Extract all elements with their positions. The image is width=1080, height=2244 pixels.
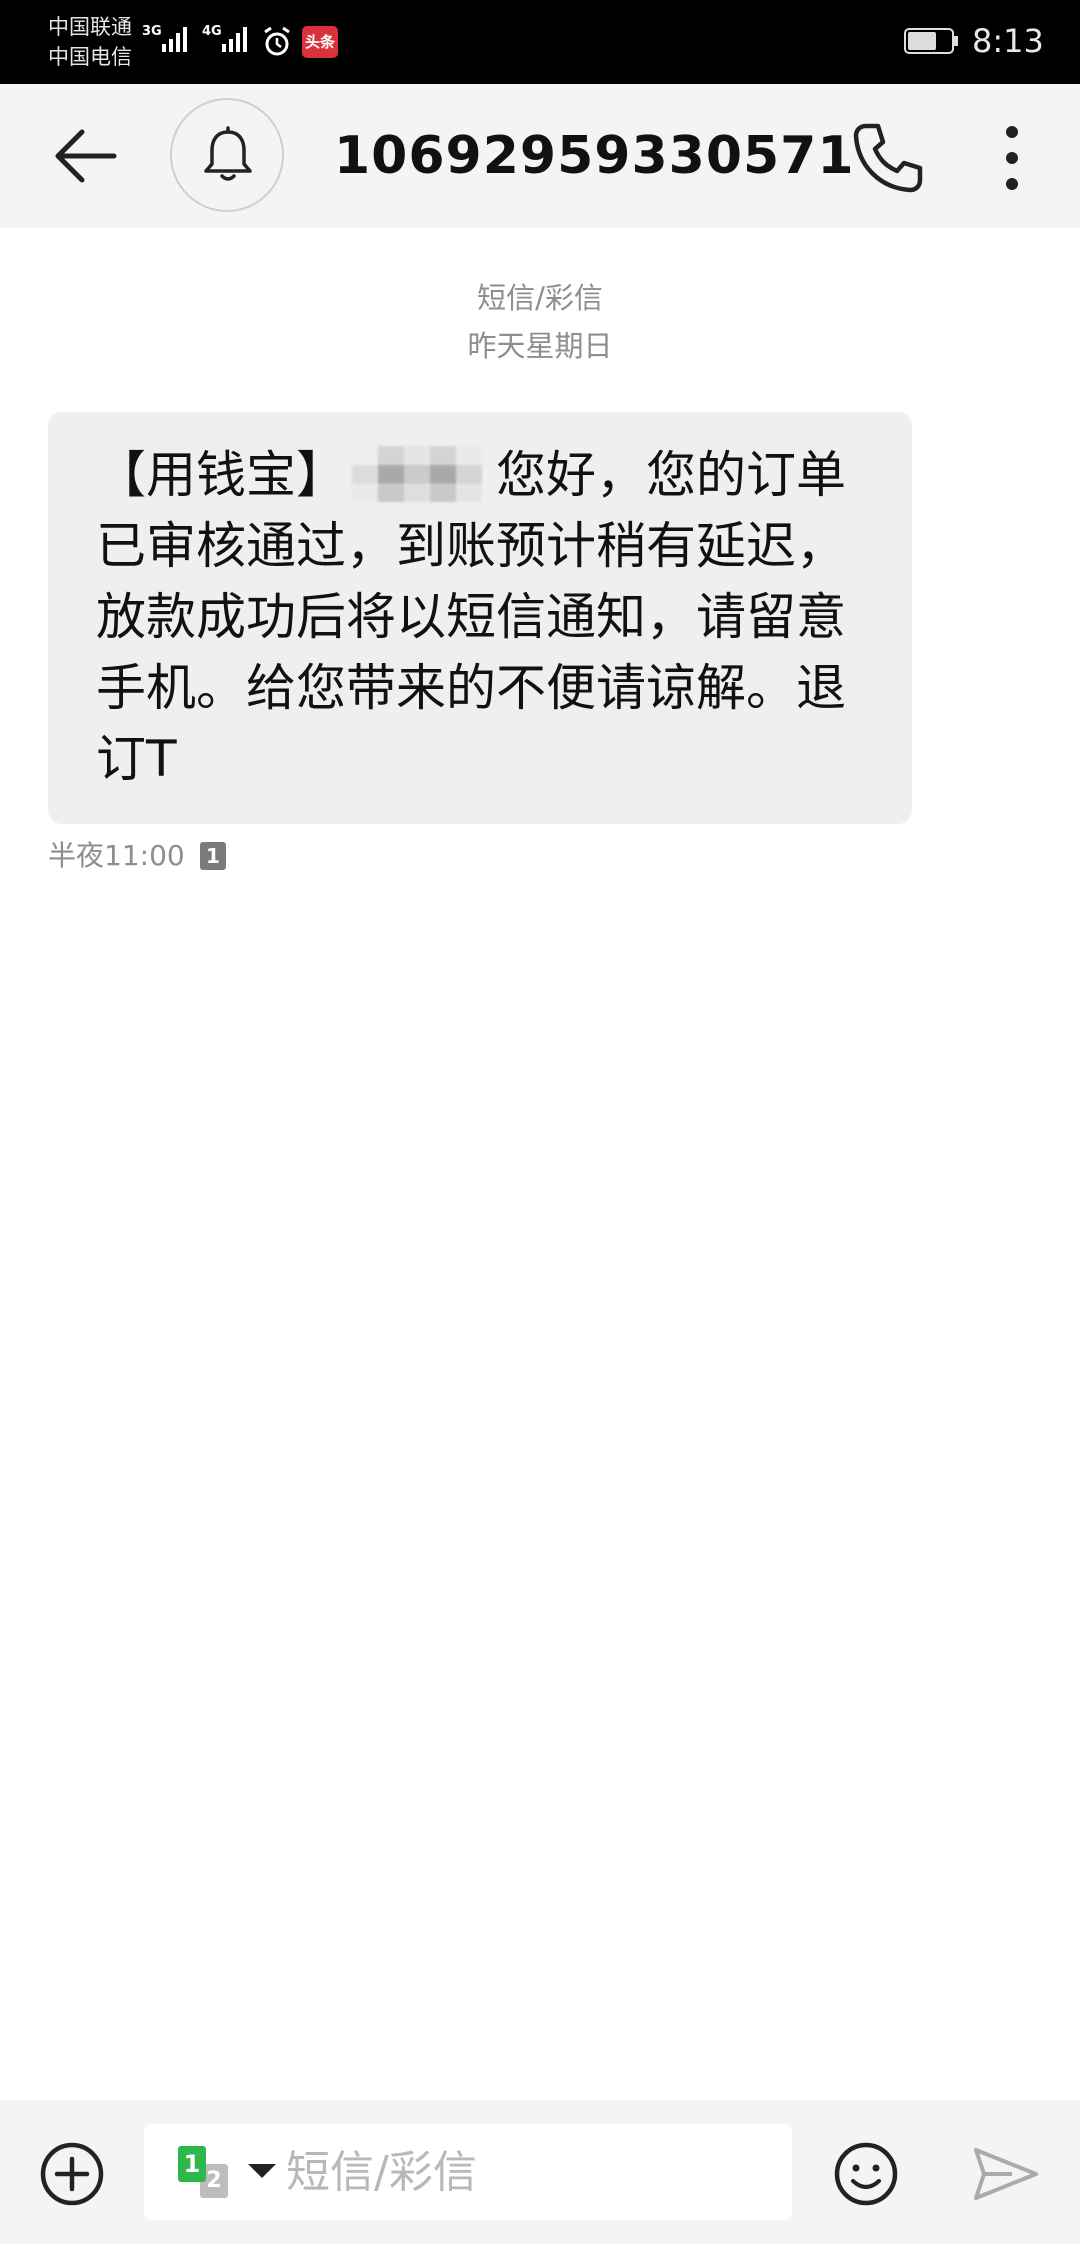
contact-number-title: 10692959330571 [334, 126, 855, 186]
carrier-1: 中国联通 [48, 15, 132, 39]
sim-card-icon: 1 [200, 842, 226, 870]
news-app-icon: 头条 [302, 26, 338, 58]
bell-icon [204, 126, 252, 181]
send-icon[interactable] [972, 2144, 1040, 2204]
emoji-icon[interactable] [830, 2138, 902, 2210]
message-text-prefix: 【用钱宝】 [96, 446, 346, 504]
message-bubble[interactable]: 【用钱宝】 您好，您的订单已审核通过，到账预计稍有延迟，放款成功后将以短信通知，请… [48, 412, 912, 824]
back-arrow-icon[interactable] [44, 112, 132, 200]
conversation-header: 10692959330571 [0, 84, 1080, 228]
network-type-2: 4G [202, 24, 222, 39]
alarm-icon [264, 26, 290, 56]
message-timestamp: 半夜11:00 [48, 839, 185, 872]
carrier-labels: 中国联通 中国电信 [48, 12, 132, 72]
add-attachment-icon[interactable] [36, 2138, 108, 2210]
sim-1-icon: 1 [178, 2146, 206, 2182]
phone-icon[interactable] [850, 120, 926, 196]
date-separator: 昨天星期日 [467, 329, 613, 363]
signal-icon: 4G [202, 18, 254, 68]
sim-switch-button[interactable]: 2 1 [178, 2146, 234, 2202]
compose-input-container: 2 1 [144, 2124, 792, 2220]
compose-bar: 2 1 [0, 2100, 1080, 2244]
message-type-label: 短信/彩信 [477, 281, 603, 315]
status-time: 8:13 [972, 22, 1044, 60]
redacted-name [352, 446, 482, 502]
status-bar: 中国联通 中国电信 3G 4G 头条 8:13 [0, 0, 1080, 84]
message-text: 【用钱宝】 您好，您的订单已审核通过，到账预计稍有延迟，放款成功后将以短信通知，请… [96, 440, 876, 795]
battery-icon [904, 28, 958, 54]
message-input[interactable] [286, 2142, 766, 2202]
more-vert-icon[interactable] [985, 120, 1039, 196]
carrier-2: 中国电信 [48, 45, 132, 69]
notification-toggle-button[interactable] [170, 98, 284, 212]
signal-icon: 3G [142, 18, 194, 68]
chevron-down-icon[interactable] [248, 2164, 276, 2178]
network-type-1: 3G [142, 24, 162, 39]
